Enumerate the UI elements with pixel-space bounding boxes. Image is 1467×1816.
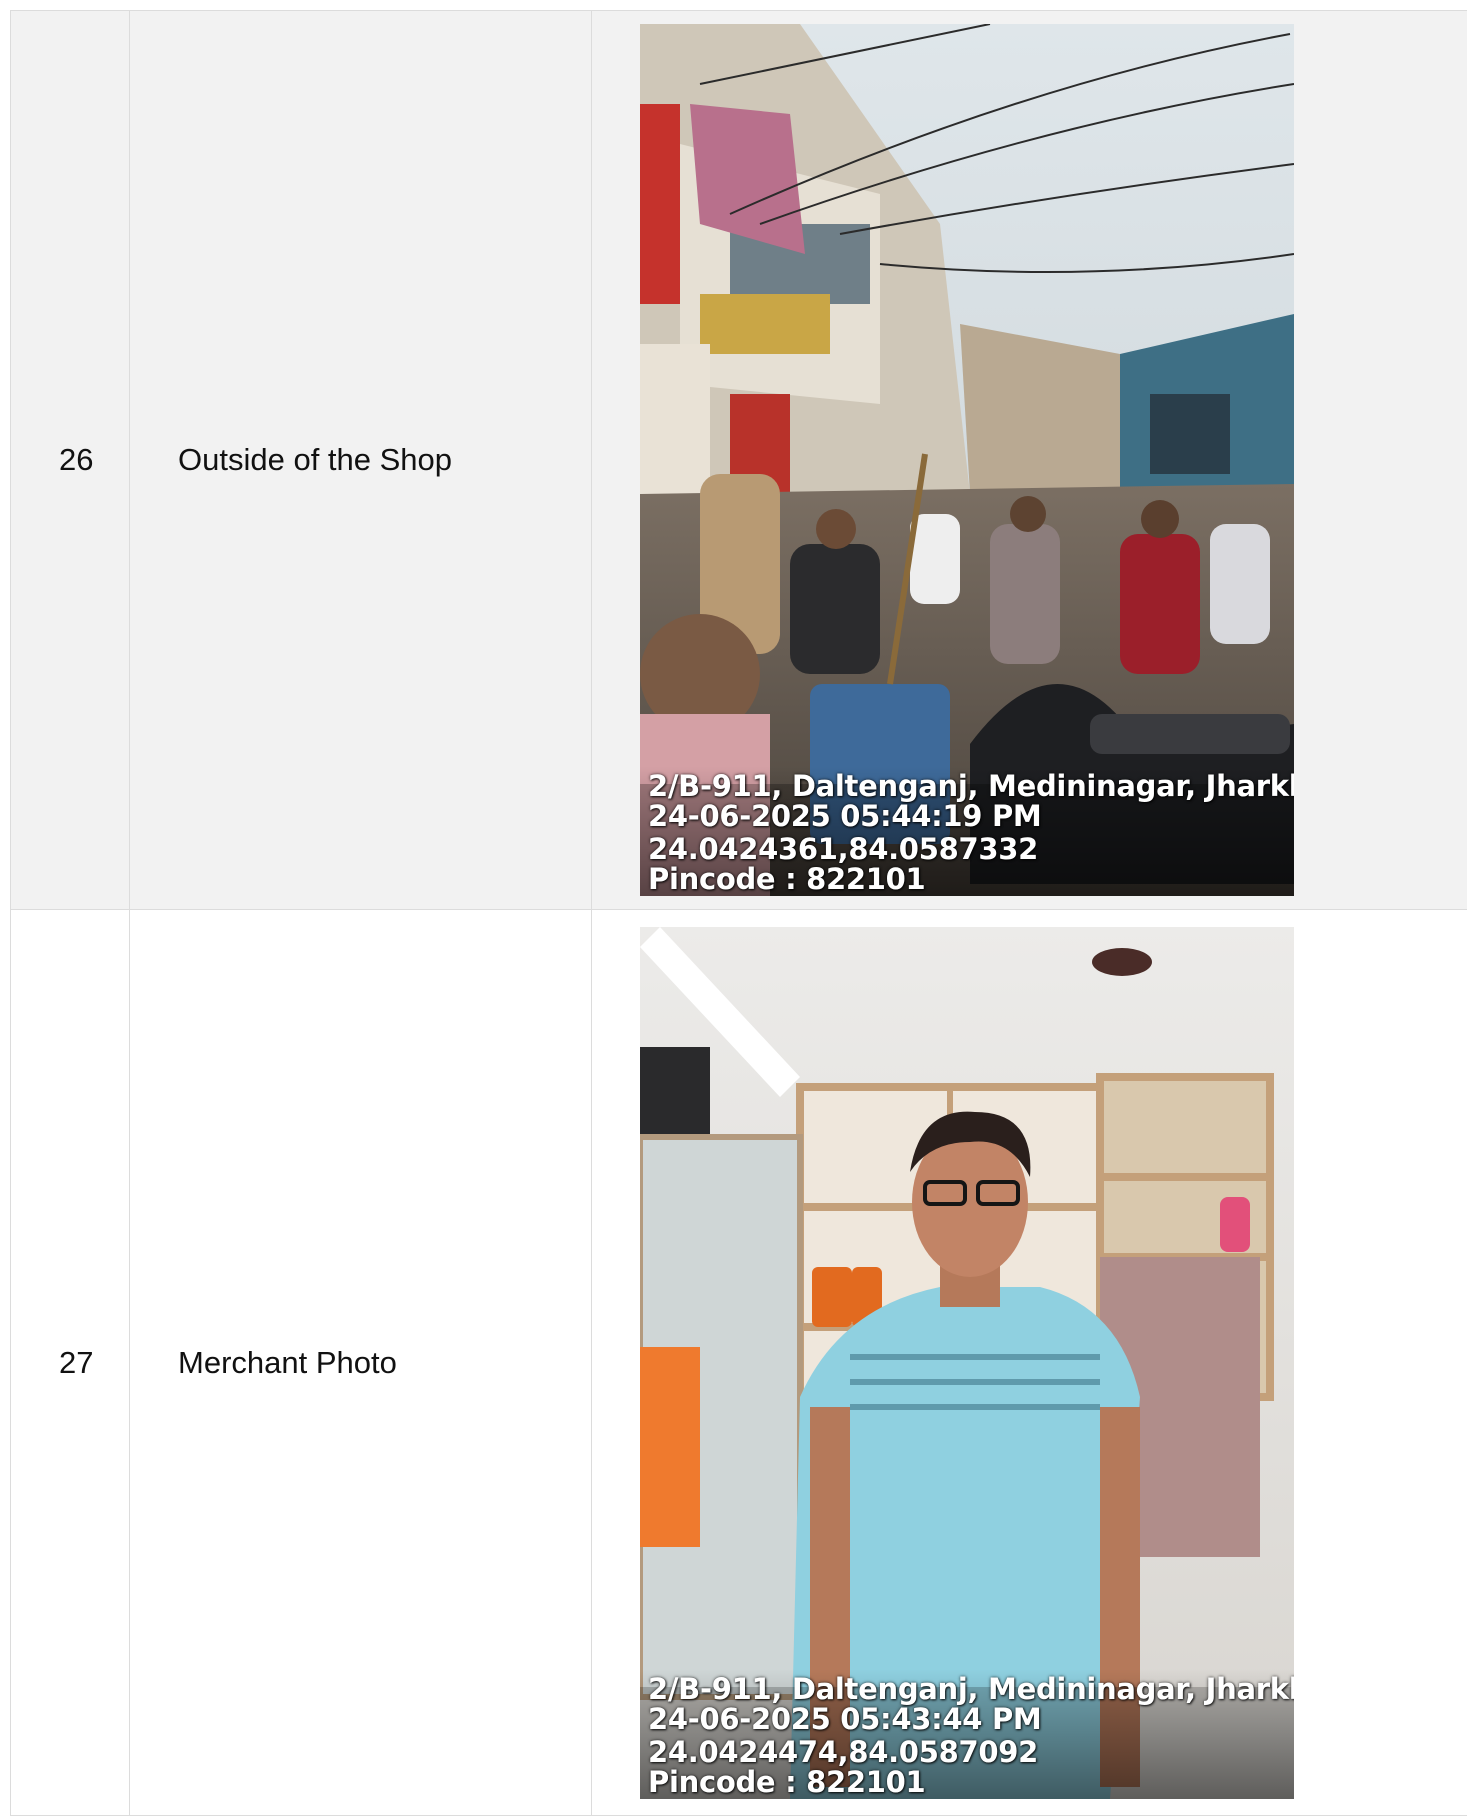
geo-stamp: 2/B-911, Daltenganj, Medininagar, Jharkh… bbox=[648, 1674, 1294, 1797]
geo-stamp: 2/B-911, Daltenganj, Medininagar, Jharkh… bbox=[648, 771, 1294, 894]
photo-cell: 2/B-911, Daltenganj, Medininagar, Jharkh… bbox=[592, 910, 1467, 1816]
row-number: 26 bbox=[11, 11, 130, 910]
stamp-address: 2/B-911, Daltenganj, Medininagar, Jharkh… bbox=[648, 771, 1294, 801]
stamp-address: 2/B-911, Daltenganj, Medininagar, Jharkh… bbox=[648, 1674, 1294, 1704]
row-label: Merchant Photo bbox=[130, 910, 592, 1816]
row-label: Outside of the Shop bbox=[130, 11, 592, 910]
stamp-pincode: Pincode : 822101 bbox=[648, 1767, 1294, 1797]
row-number: 27 bbox=[11, 910, 130, 1816]
photo-report-table: 26 Outside of the Shop bbox=[10, 10, 1467, 1816]
stamp-datetime: 24-06-2025 05:43:44 PM bbox=[648, 1704, 1294, 1734]
table-row: 26 Outside of the Shop bbox=[11, 11, 1467, 910]
street-market-photo[interactable]: 2/B-911, Daltenganj, Medininagar, Jharkh… bbox=[640, 24, 1294, 896]
stamp-coordinates: 24.0424474,84.0587092 bbox=[648, 1737, 1294, 1767]
photo-cell: 2/B-911, Daltenganj, Medininagar, Jharkh… bbox=[592, 11, 1467, 910]
stamp-coordinates: 24.0424361,84.0587332 bbox=[648, 834, 1294, 864]
stamp-pincode: Pincode : 822101 bbox=[648, 864, 1294, 894]
stamp-datetime: 24-06-2025 05:44:19 PM bbox=[648, 801, 1294, 831]
table-row: 27 Merchant Photo bbox=[11, 910, 1467, 1816]
merchant-portrait-photo[interactable]: 2/B-911, Daltenganj, Medininagar, Jharkh… bbox=[640, 927, 1294, 1799]
